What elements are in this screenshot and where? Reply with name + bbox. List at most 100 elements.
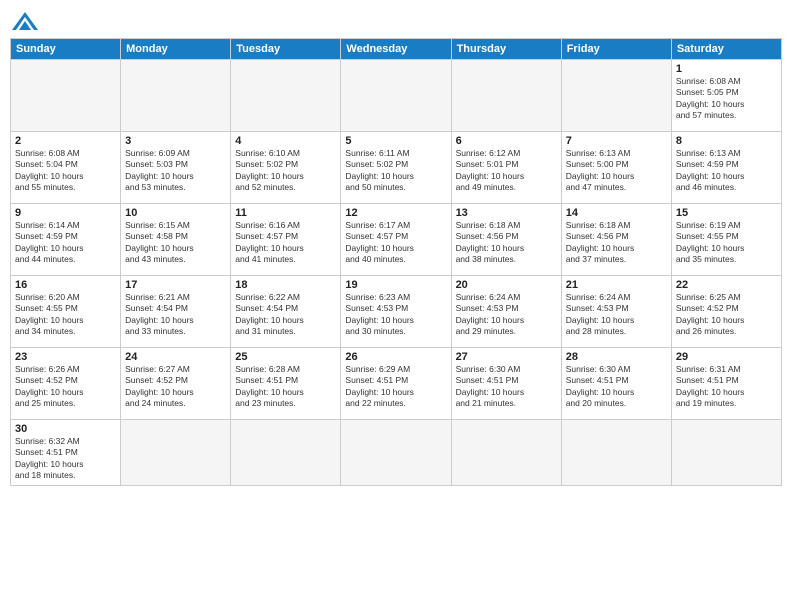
day-of-week-header: Wednesday [341, 39, 451, 60]
day-info: Sunrise: 6:09 AMSunset: 5:03 PMDaylight:… [125, 148, 226, 194]
calendar-cell [451, 420, 561, 486]
calendar-cell [11, 60, 121, 132]
calendar-cell: 7Sunrise: 6:13 AMSunset: 5:00 PMDaylight… [561, 132, 671, 204]
day-number: 23 [15, 351, 116, 363]
day-number: 8 [676, 135, 777, 147]
day-of-week-header: Friday [561, 39, 671, 60]
calendar-cell: 30Sunrise: 6:32 AMSunset: 4:51 PMDayligh… [11, 420, 121, 486]
day-number: 26 [345, 351, 446, 363]
calendar-cell: 1Sunrise: 6:08 AMSunset: 5:05 PMDaylight… [671, 60, 781, 132]
calendar-cell: 28Sunrise: 6:30 AMSunset: 4:51 PMDayligh… [561, 348, 671, 420]
day-number: 22 [676, 279, 777, 291]
calendar-header-row: SundayMondayTuesdayWednesdayThursdayFrid… [11, 39, 782, 60]
day-number: 12 [345, 207, 446, 219]
calendar-cell [561, 60, 671, 132]
day-info: Sunrise: 6:22 AMSunset: 4:54 PMDaylight:… [235, 292, 336, 338]
day-number: 4 [235, 135, 336, 147]
day-info: Sunrise: 6:23 AMSunset: 4:53 PMDaylight:… [345, 292, 446, 338]
calendar-cell: 17Sunrise: 6:21 AMSunset: 4:54 PMDayligh… [121, 276, 231, 348]
calendar-cell: 11Sunrise: 6:16 AMSunset: 4:57 PMDayligh… [231, 204, 341, 276]
logo [10, 10, 44, 32]
day-number: 7 [566, 135, 667, 147]
day-number: 25 [235, 351, 336, 363]
day-number: 18 [235, 279, 336, 291]
day-number: 19 [345, 279, 446, 291]
calendar-cell: 13Sunrise: 6:18 AMSunset: 4:56 PMDayligh… [451, 204, 561, 276]
day-number: 6 [456, 135, 557, 147]
day-info: Sunrise: 6:15 AMSunset: 4:58 PMDaylight:… [125, 220, 226, 266]
day-info: Sunrise: 6:10 AMSunset: 5:02 PMDaylight:… [235, 148, 336, 194]
calendar-cell: 4Sunrise: 6:10 AMSunset: 5:02 PMDaylight… [231, 132, 341, 204]
calendar-cell: 24Sunrise: 6:27 AMSunset: 4:52 PMDayligh… [121, 348, 231, 420]
day-of-week-header: Sunday [11, 39, 121, 60]
day-info: Sunrise: 6:18 AMSunset: 4:56 PMDaylight:… [566, 220, 667, 266]
day-number: 27 [456, 351, 557, 363]
day-info: Sunrise: 6:14 AMSunset: 4:59 PMDaylight:… [15, 220, 116, 266]
day-info: Sunrise: 6:28 AMSunset: 4:51 PMDaylight:… [235, 364, 336, 410]
day-info: Sunrise: 6:11 AMSunset: 5:02 PMDaylight:… [345, 148, 446, 194]
day-number: 1 [676, 63, 777, 75]
day-info: Sunrise: 6:16 AMSunset: 4:57 PMDaylight:… [235, 220, 336, 266]
calendar-cell [341, 60, 451, 132]
calendar-cell: 29Sunrise: 6:31 AMSunset: 4:51 PMDayligh… [671, 348, 781, 420]
day-info: Sunrise: 6:08 AMSunset: 5:04 PMDaylight:… [15, 148, 116, 194]
calendar-cell: 19Sunrise: 6:23 AMSunset: 4:53 PMDayligh… [341, 276, 451, 348]
calendar-week-row: 1Sunrise: 6:08 AMSunset: 5:05 PMDaylight… [11, 60, 782, 132]
calendar-cell: 21Sunrise: 6:24 AMSunset: 4:53 PMDayligh… [561, 276, 671, 348]
day-info: Sunrise: 6:21 AMSunset: 4:54 PMDaylight:… [125, 292, 226, 338]
logo-icon [10, 10, 40, 32]
calendar-cell: 16Sunrise: 6:20 AMSunset: 4:55 PMDayligh… [11, 276, 121, 348]
day-info: Sunrise: 6:27 AMSunset: 4:52 PMDaylight:… [125, 364, 226, 410]
day-info: Sunrise: 6:20 AMSunset: 4:55 PMDaylight:… [15, 292, 116, 338]
calendar-cell [671, 420, 781, 486]
calendar-cell [451, 60, 561, 132]
calendar-cell [121, 420, 231, 486]
calendar-cell [231, 420, 341, 486]
day-info: Sunrise: 6:30 AMSunset: 4:51 PMDaylight:… [566, 364, 667, 410]
day-info: Sunrise: 6:13 AMSunset: 5:00 PMDaylight:… [566, 148, 667, 194]
header [10, 10, 782, 32]
day-number: 14 [566, 207, 667, 219]
day-info: Sunrise: 6:18 AMSunset: 4:56 PMDaylight:… [456, 220, 557, 266]
day-of-week-header: Thursday [451, 39, 561, 60]
day-number: 15 [676, 207, 777, 219]
calendar-cell: 2Sunrise: 6:08 AMSunset: 5:04 PMDaylight… [11, 132, 121, 204]
calendar-cell: 10Sunrise: 6:15 AMSunset: 4:58 PMDayligh… [121, 204, 231, 276]
calendar-cell: 3Sunrise: 6:09 AMSunset: 5:03 PMDaylight… [121, 132, 231, 204]
day-info: Sunrise: 6:17 AMSunset: 4:57 PMDaylight:… [345, 220, 446, 266]
day-info: Sunrise: 6:29 AMSunset: 4:51 PMDaylight:… [345, 364, 446, 410]
day-number: 24 [125, 351, 226, 363]
day-number: 29 [676, 351, 777, 363]
calendar-cell [561, 420, 671, 486]
calendar-cell: 18Sunrise: 6:22 AMSunset: 4:54 PMDayligh… [231, 276, 341, 348]
calendar-cell: 12Sunrise: 6:17 AMSunset: 4:57 PMDayligh… [341, 204, 451, 276]
day-info: Sunrise: 6:26 AMSunset: 4:52 PMDaylight:… [15, 364, 116, 410]
calendar-week-row: 30Sunrise: 6:32 AMSunset: 4:51 PMDayligh… [11, 420, 782, 486]
calendar-cell: 23Sunrise: 6:26 AMSunset: 4:52 PMDayligh… [11, 348, 121, 420]
calendar-cell: 5Sunrise: 6:11 AMSunset: 5:02 PMDaylight… [341, 132, 451, 204]
day-info: Sunrise: 6:24 AMSunset: 4:53 PMDaylight:… [456, 292, 557, 338]
day-info: Sunrise: 6:30 AMSunset: 4:51 PMDaylight:… [456, 364, 557, 410]
day-info: Sunrise: 6:13 AMSunset: 4:59 PMDaylight:… [676, 148, 777, 194]
calendar-cell: 22Sunrise: 6:25 AMSunset: 4:52 PMDayligh… [671, 276, 781, 348]
calendar-week-row: 9Sunrise: 6:14 AMSunset: 4:59 PMDaylight… [11, 204, 782, 276]
day-info: Sunrise: 6:25 AMSunset: 4:52 PMDaylight:… [676, 292, 777, 338]
day-number: 10 [125, 207, 226, 219]
day-info: Sunrise: 6:08 AMSunset: 5:05 PMDaylight:… [676, 76, 777, 122]
calendar-cell: 14Sunrise: 6:18 AMSunset: 4:56 PMDayligh… [561, 204, 671, 276]
calendar-cell [341, 420, 451, 486]
day-of-week-header: Tuesday [231, 39, 341, 60]
day-number: 9 [15, 207, 116, 219]
calendar-week-row: 2Sunrise: 6:08 AMSunset: 5:04 PMDaylight… [11, 132, 782, 204]
calendar-cell: 27Sunrise: 6:30 AMSunset: 4:51 PMDayligh… [451, 348, 561, 420]
calendar-cell: 9Sunrise: 6:14 AMSunset: 4:59 PMDaylight… [11, 204, 121, 276]
page: SundayMondayTuesdayWednesdayThursdayFrid… [0, 0, 792, 612]
day-of-week-header: Monday [121, 39, 231, 60]
day-number: 17 [125, 279, 226, 291]
calendar-week-row: 23Sunrise: 6:26 AMSunset: 4:52 PMDayligh… [11, 348, 782, 420]
day-info: Sunrise: 6:31 AMSunset: 4:51 PMDaylight:… [676, 364, 777, 410]
day-info: Sunrise: 6:24 AMSunset: 4:53 PMDaylight:… [566, 292, 667, 338]
day-of-week-header: Saturday [671, 39, 781, 60]
day-number: 21 [566, 279, 667, 291]
calendar-cell: 15Sunrise: 6:19 AMSunset: 4:55 PMDayligh… [671, 204, 781, 276]
